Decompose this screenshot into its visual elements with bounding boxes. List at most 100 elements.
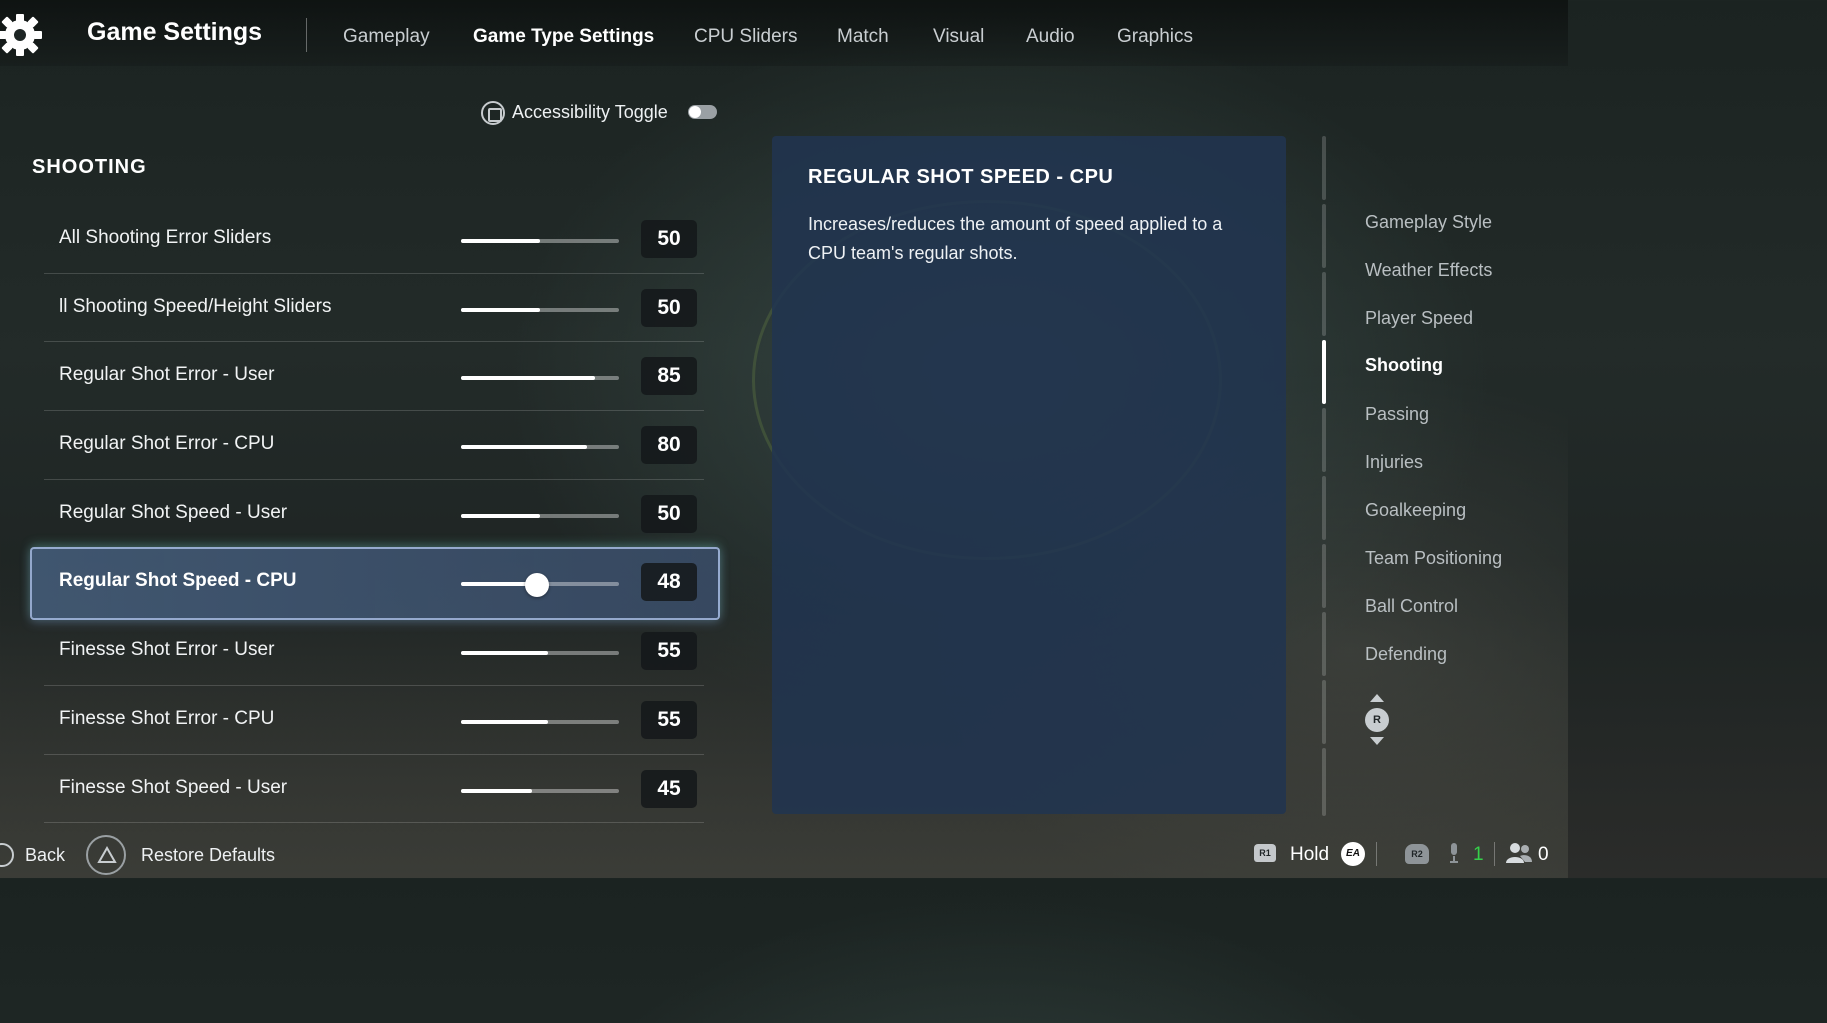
ea-logo-icon: EA — [1341, 842, 1365, 866]
scroll-segment — [1322, 748, 1326, 816]
slider-row[interactable]: Regular Shot Error - User 85 — [44, 342, 704, 412]
slider-value: 50 — [641, 288, 697, 327]
scroll-segment — [1322, 680, 1326, 744]
tab-cpu-sliders[interactable]: CPU Sliders — [694, 26, 797, 48]
side-nav-item-gameplay-style[interactable]: Gameplay Style — [1365, 212, 1492, 233]
accessibility-toggle-label: Accessibility Toggle — [512, 102, 668, 122]
slider-label: Finesse Shot Error - User — [59, 639, 275, 661]
side-nav-item-injuries[interactable]: Injuries — [1365, 452, 1423, 473]
slider-label: ll Shooting Speed/Height Sliders — [59, 295, 332, 317]
slider-row[interactable]: All Shooting Error Sliders 50 — [44, 205, 704, 274]
scroll-segment — [1322, 204, 1326, 268]
description-title: REGULAR SHOT SPEED - CPU — [808, 166, 1114, 188]
footer-divider — [1494, 842, 1495, 866]
side-nav-item-team-positioning[interactable]: Team Positioning — [1365, 548, 1502, 569]
r1-button-icon: R1 — [1254, 844, 1276, 862]
slider-value: 85 — [641, 357, 697, 396]
slider-track[interactable] — [461, 239, 619, 243]
footer-divider — [1376, 842, 1377, 866]
section-title: SHOOTING — [32, 156, 147, 178]
slider-fill — [461, 513, 540, 518]
slider-label: Regular Shot Error - User — [59, 364, 275, 386]
tab-visual[interactable]: Visual — [933, 26, 984, 48]
description-panel: REGULAR SHOT SPEED - CPU Increases/reduc… — [772, 136, 1286, 814]
page-title: Game Settings — [87, 18, 263, 46]
slider-value: 50 — [641, 220, 697, 258]
slider-row[interactable]: Finesse Shot Speed - User 45 — [44, 755, 704, 824]
slider-label: Regular Shot Error - CPU — [59, 433, 275, 455]
arrow-down-icon — [1370, 737, 1384, 745]
title-divider — [306, 18, 307, 52]
slider-row[interactable]: Regular Shot Error - CPU 80 — [44, 411, 704, 480]
right-stick-icon: R — [1365, 708, 1389, 732]
slider-row-selected[interactable]: Regular Shot Speed - CPU 48 — [30, 547, 720, 621]
tab-match[interactable]: Match — [837, 26, 889, 48]
slider-value: 48 — [641, 563, 697, 602]
slider-row[interactable]: Regular Shot Speed - User 50 — [44, 480, 704, 549]
slider-track[interactable] — [461, 307, 619, 312]
side-nav-item-ball-control[interactable]: Ball Control — [1365, 596, 1458, 617]
scroll-segment-active — [1322, 340, 1326, 404]
scroll-segment — [1322, 272, 1326, 336]
triangle-button-icon — [86, 835, 126, 875]
friends-icon — [1506, 843, 1532, 863]
slider-value: 45 — [641, 769, 697, 808]
slider-value: 50 — [641, 494, 697, 533]
side-nav-scrollbar[interactable] — [1321, 136, 1327, 816]
slider-track[interactable] — [461, 573, 619, 598]
description-text: Increases/reduces the amount of speed ap… — [808, 214, 1223, 263]
slider-fill — [461, 445, 588, 450]
side-nav-item-passing[interactable]: Passing — [1365, 404, 1429, 425]
accessibility-toggle-switch[interactable] — [688, 105, 717, 119]
scroll-segment — [1322, 612, 1326, 676]
slider-value: 80 — [641, 426, 697, 465]
slider-track[interactable] — [461, 651, 619, 656]
side-nav-item-weather-effects[interactable]: Weather Effects — [1365, 260, 1492, 281]
slider-row[interactable]: ll Shooting Speed/Height Sliders 50 — [44, 274, 704, 343]
slider-label: Finesse Shot Error - CPU — [59, 707, 275, 729]
slider-fill — [461, 239, 540, 243]
side-nav-item-player-speed[interactable]: Player Speed — [1365, 308, 1473, 329]
circle-button-icon — [0, 843, 14, 867]
slider-row[interactable]: Finesse Shot Error - CPU 55 — [44, 686, 704, 755]
slider-fill — [461, 651, 548, 656]
slider-track[interactable] — [461, 445, 619, 450]
top-bar: Game Settings Gameplay Game Type Setting… — [0, 0, 1568, 66]
side-nav-item-defending[interactable]: Defending — [1365, 644, 1447, 665]
hold-label: Hold — [1290, 844, 1330, 865]
slider-label: Regular Shot Speed - CPU — [59, 570, 297, 592]
slider-fill — [461, 376, 596, 381]
back-button[interactable]: Back — [25, 845, 65, 866]
slider-label: All Shooting Error Sliders — [59, 227, 272, 248]
side-nav-item-goalkeeping[interactable]: Goalkeeping — [1365, 500, 1466, 521]
gear-icon — [0, 14, 42, 56]
slider-list: All Shooting Error Sliders 50 ll Shootin… — [30, 205, 720, 824]
right-stick-scroll-hint: R — [1364, 694, 1390, 746]
arrow-up-icon — [1370, 694, 1384, 702]
slider-value: 55 — [641, 700, 697, 739]
square-button-icon — [481, 101, 505, 125]
slider-fill — [461, 788, 533, 793]
slider-row[interactable]: Finesse Shot Error - User 55 — [44, 617, 704, 686]
slider-track[interactable] — [461, 376, 619, 381]
slider-track[interactable] — [461, 788, 619, 793]
slider-track[interactable] — [461, 513, 619, 518]
side-nav-item-shooting[interactable]: Shooting — [1365, 355, 1443, 376]
slider-handle[interactable] — [524, 573, 549, 598]
mic-count: 1 — [1473, 844, 1484, 865]
slider-fill — [461, 719, 548, 724]
slider-value: 55 — [641, 632, 697, 671]
slider-fill — [461, 307, 540, 312]
scroll-segment — [1322, 476, 1326, 540]
tab-audio[interactable]: Audio — [1026, 26, 1075, 48]
slider-label: Finesse Shot Speed - User — [59, 776, 288, 798]
slider-label: Regular Shot Speed - User — [59, 501, 288, 523]
tab-game-type-settings[interactable]: Game Type Settings — [473, 26, 654, 48]
tab-graphics[interactable]: Graphics — [1117, 26, 1193, 48]
tab-gameplay[interactable]: Gameplay — [343, 26, 430, 48]
r2-button-icon: R2 — [1405, 844, 1429, 864]
slider-track[interactable] — [461, 719, 619, 724]
microphone-icon — [1450, 843, 1458, 863]
restore-defaults-button[interactable]: Restore Defaults — [141, 845, 275, 866]
scroll-segment — [1322, 136, 1326, 200]
